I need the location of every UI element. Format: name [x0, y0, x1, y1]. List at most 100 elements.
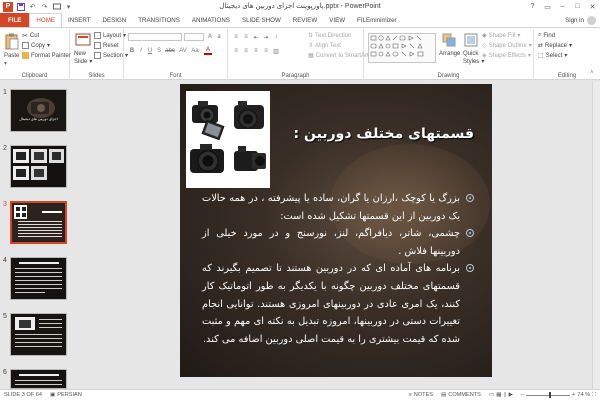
- italic-button[interactable]: I: [137, 47, 145, 55]
- help-button[interactable]: ?: [525, 0, 540, 13]
- arrange-button[interactable]: Arrange: [439, 51, 460, 57]
- font-size-combo[interactable]: [184, 33, 204, 41]
- char-spacing-button[interactable]: AV: [178, 47, 188, 55]
- editor-vertical-scrollbar[interactable]: [592, 81, 600, 389]
- minimize-button[interactable]: –: [555, 0, 570, 13]
- thumbnail-slide-5[interactable]: [10, 313, 67, 356]
- align-left-icon[interactable]: ≡: [232, 47, 240, 55]
- format-painter-button[interactable]: Format Painter: [22, 52, 71, 59]
- paste-button[interactable]: Paste: [4, 53, 19, 59]
- paste-icon[interactable]: [4, 33, 20, 50]
- tab-file[interactable]: FILE: [0, 13, 30, 27]
- undo-icon[interactable]: ↶: [28, 2, 37, 11]
- paste-dropdown-icon[interactable]: ▾: [4, 60, 7, 67]
- reading-view-icon[interactable]: ▯: [504, 392, 507, 398]
- zoom-slider-thumb[interactable]: [549, 392, 552, 398]
- new-slide-label-2[interactable]: Slide ▾: [74, 58, 92, 66]
- align-text-label: Align Text: [315, 42, 341, 49]
- thumbnail-slide-6[interactable]: [10, 369, 67, 389]
- shadow-button[interactable]: S: [155, 47, 163, 55]
- text-direction-button[interactable]: ⇅ Text Direction: [308, 32, 351, 40]
- slide-sorter-icon[interactable]: ▦: [496, 392, 501, 398]
- grow-font-button[interactable]: A: [206, 33, 214, 41]
- tab-fileminimizer[interactable]: FILEminimizer: [351, 13, 403, 27]
- thumbnail-slide-2[interactable]: [10, 145, 67, 188]
- slide-counter[interactable]: SLIDE 3 OF 64: [0, 392, 46, 398]
- strikethrough-button[interactable]: abc: [164, 47, 176, 55]
- thumbnail-slide-3[interactable]: [10, 201, 67, 244]
- new-slide-icon[interactable]: [75, 33, 91, 49]
- zoom-slider[interactable]: [526, 392, 571, 398]
- redo-icon[interactable]: ↷: [40, 2, 49, 11]
- cut-button[interactable]: ✂ Cut: [22, 32, 39, 40]
- copy-label: Copy: [31, 42, 46, 49]
- close-button[interactable]: ✕: [585, 0, 600, 13]
- select-button[interactable]: ⬚ Select ▾: [538, 52, 567, 60]
- cameras-image[interactable]: [186, 91, 270, 188]
- bold-button[interactable]: B: [128, 47, 136, 55]
- normal-view-icon[interactable]: ▭: [489, 392, 494, 398]
- bullet-item-3: برنامه های آماده ای که در دوربین هستند ت…: [202, 260, 474, 348]
- align-center-icon[interactable]: ≡: [242, 47, 250, 55]
- copy-button[interactable]: Copy ▾: [22, 42, 50, 49]
- font-color-button[interactable]: A: [204, 47, 212, 55]
- tab-home[interactable]: HOME: [29, 13, 62, 27]
- replace-button[interactable]: ⇄ Replace ▾: [538, 42, 572, 50]
- quick-styles-icon[interactable]: [464, 33, 480, 49]
- shape-outline-button[interactable]: ◇ Shape Outline ▾: [482, 42, 532, 50]
- slideshow-view-icon[interactable]: ▶: [509, 392, 513, 398]
- slideshow-icon[interactable]: [52, 2, 61, 11]
- numbering-icon[interactable]: ≡: [242, 33, 250, 41]
- tab-insert[interactable]: INSERT: [62, 13, 97, 27]
- underline-button[interactable]: U: [146, 47, 154, 55]
- save-icon[interactable]: [16, 2, 25, 11]
- shrink-font-button[interactable]: a: [215, 33, 223, 41]
- tab-slide-show[interactable]: SLIDE SHOW: [236, 13, 287, 27]
- zoom-level[interactable]: 74 %: [577, 392, 590, 398]
- language-indicator[interactable]: ▣ PERSIAN: [46, 392, 86, 398]
- align-right-icon[interactable]: ≡: [252, 47, 260, 55]
- fit-slide-icon[interactable]: ⛶: [592, 392, 596, 399]
- ribbon-display-button[interactable]: ▭: [540, 0, 555, 13]
- find-button[interactable]: ⌕ Find: [538, 32, 555, 39]
- thumbnail-slide-4[interactable]: [10, 257, 67, 300]
- maximize-button[interactable]: □: [570, 0, 585, 13]
- justify-icon[interactable]: ≡: [262, 47, 270, 55]
- tab-design[interactable]: DESIGN: [97, 13, 133, 27]
- shape-fill-button[interactable]: ◆ Shape Fill ▾: [482, 32, 520, 40]
- slide-body[interactable]: بزرگ یا کوچک ،ارزان یا گران، ساده یا پیش…: [202, 190, 474, 348]
- shape-effects-button[interactable]: ◈ Shape Effects ▾: [482, 52, 531, 60]
- decrease-indent-icon[interactable]: ⇤: [252, 33, 260, 41]
- slide-title[interactable]: قسمتهای مختلف دوربین :: [294, 126, 474, 142]
- powerpoint-logo-icon[interactable]: P: [3, 1, 13, 12]
- new-slide-button[interactable]: New: [74, 51, 86, 57]
- notes-button[interactable]: ≡ NOTES: [404, 392, 437, 398]
- sign-in[interactable]: Sign in: [565, 13, 600, 27]
- zoom-out-button[interactable]: –: [521, 392, 524, 398]
- comments-button[interactable]: ▤ COMMENTS: [437, 392, 485, 398]
- section-button[interactable]: Section ▾: [94, 52, 128, 59]
- shapes-gallery[interactable]: [368, 33, 436, 63]
- slide-canvas[interactable]: قسمتهای مختلف دوربین : بزرگ یا کوچک ،ارز…: [180, 84, 492, 377]
- bullets-icon[interactable]: ≡: [232, 33, 240, 41]
- convert-smartart-button[interactable]: ▦ Convert to SmartArt: [308, 52, 369, 60]
- qat-dropdown-icon[interactable]: ▾: [64, 2, 73, 11]
- quick-styles-label-2[interactable]: Styles ▾: [463, 58, 484, 66]
- tab-transitions[interactable]: TRANSITIONS: [132, 13, 186, 27]
- align-text-button[interactable]: ⇕ Align Text: [308, 42, 341, 50]
- arrange-icon[interactable]: [442, 33, 458, 49]
- font-family-combo[interactable]: [128, 33, 182, 41]
- tab-view[interactable]: VIEW: [323, 13, 351, 27]
- reset-button[interactable]: Reset: [94, 42, 119, 49]
- columns-icon[interactable]: ▥: [272, 47, 280, 55]
- zoom-in-button[interactable]: +: [572, 392, 575, 398]
- change-case-button[interactable]: Aa: [190, 47, 200, 55]
- increase-indent-icon[interactable]: ⇥: [262, 33, 270, 41]
- select-icon: ⬚: [538, 53, 544, 59]
- thumbnail-slide-1[interactable]: اجزای دوربین های دیجیتال: [10, 89, 67, 132]
- line-spacing-icon[interactable]: ↕: [272, 33, 280, 41]
- layout-button[interactable]: Layout ▾: [94, 32, 126, 39]
- quick-styles-button[interactable]: Quick: [463, 51, 478, 57]
- tab-review[interactable]: REVIEW: [287, 13, 323, 27]
- tab-animations[interactable]: ANIMATIONS: [186, 13, 236, 27]
